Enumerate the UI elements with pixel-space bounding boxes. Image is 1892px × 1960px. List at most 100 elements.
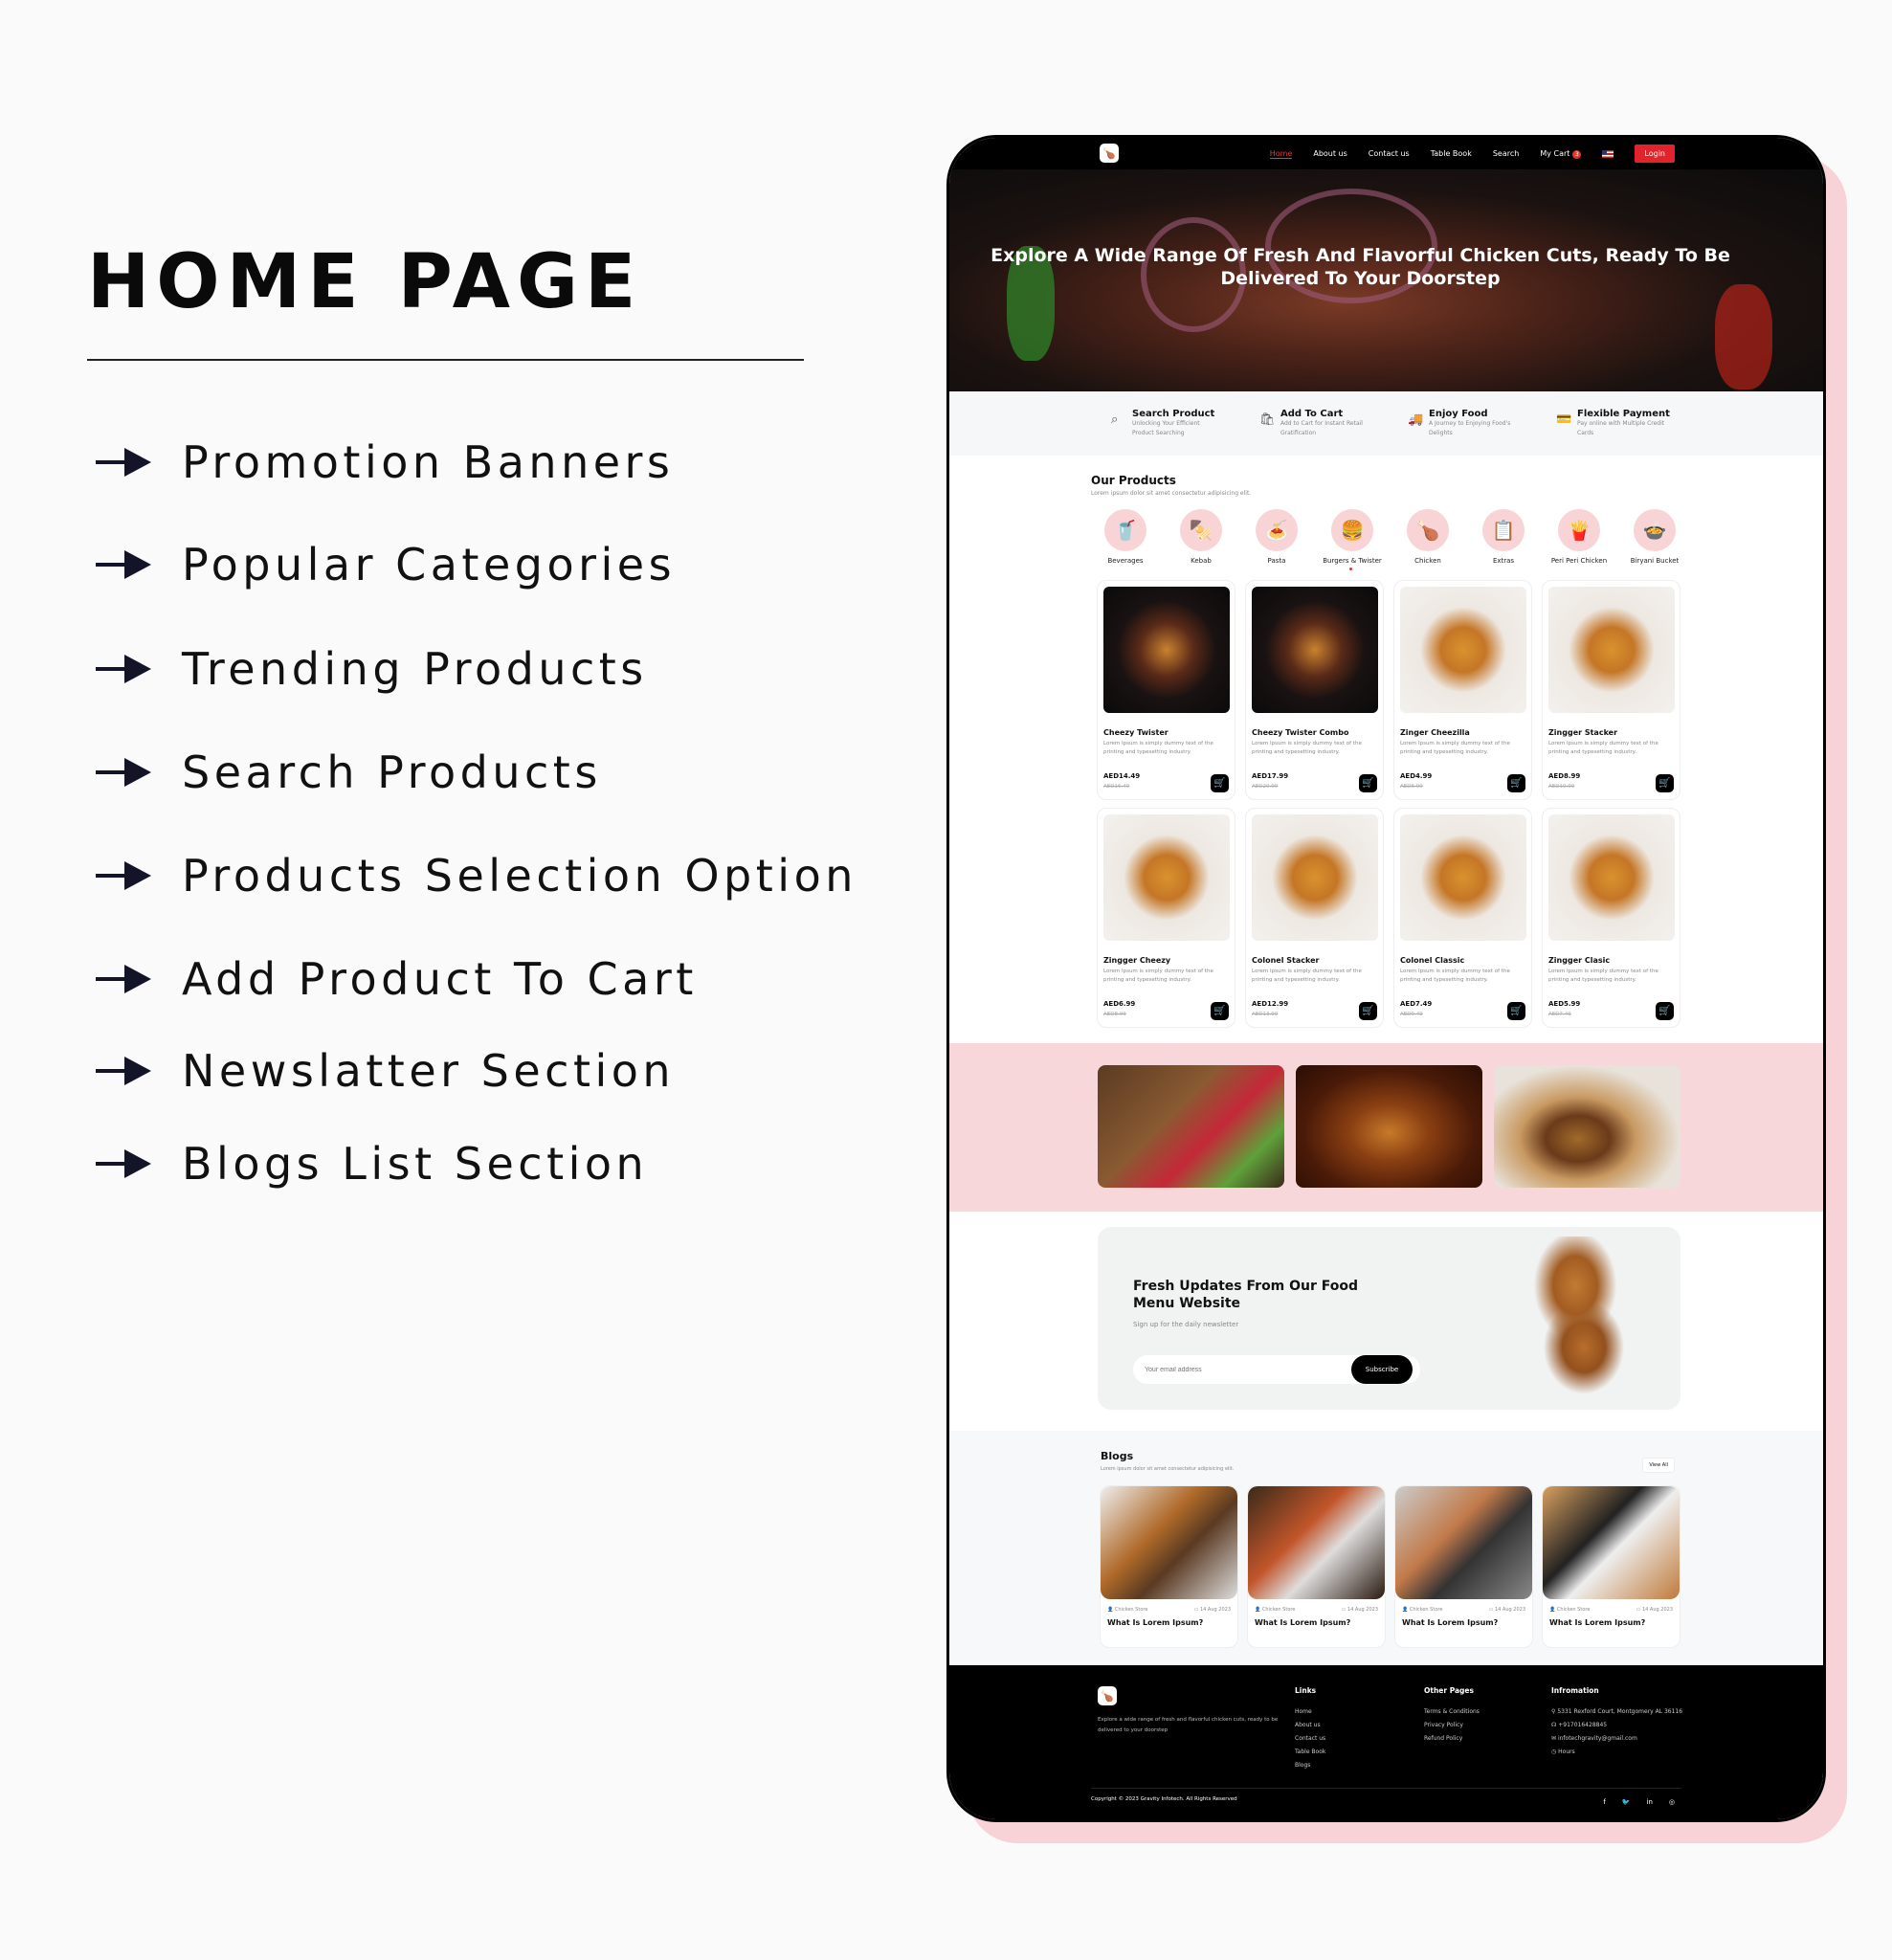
add-to-cart-button[interactable]: 🛒 (1359, 1002, 1377, 1020)
add-to-cart-button[interactable]: 🛒 (1211, 1002, 1229, 1020)
add-to-cart-button[interactable]: 🛒 (1656, 1002, 1674, 1020)
arrow-right-icon (96, 1149, 151, 1178)
footer-link[interactable]: Blogs (1295, 1759, 1325, 1772)
product-name: Cheezy Twister Combo (1252, 728, 1349, 737)
feature-label: Popular Categories (182, 539, 677, 590)
newsletter-title: Fresh Updates From Our Food Menu Website (1133, 1279, 1359, 1311)
delivery-truck-icon: 🚚 (1408, 412, 1424, 427)
footer-link[interactable]: About us (1295, 1719, 1325, 1732)
nav-links: Home About us Contact us Table Book Search My… (1269, 138, 1675, 169)
product-card[interactable]: Cheezy Twister Combo Lorem Ipsum is simpl… (1245, 580, 1384, 800)
product-image (1548, 587, 1675, 713)
facebook-icon[interactable]: f (1603, 1798, 1605, 1806)
view-all-button[interactable]: View All (1642, 1458, 1675, 1473)
highlights-bar: ⌕ Search Product Unlocking Your Efficient … (949, 391, 1823, 456)
blog-card[interactable]: 👤 Chicken Store ▭ 14 Aug 2023 What Is Lore… (1247, 1485, 1386, 1648)
footer-link[interactable]: Terms & Conditions (1424, 1705, 1480, 1719)
arrow-right-icon (96, 758, 151, 787)
product-desc: Lorem Ipsum is simply dummy text of the … (1103, 969, 1213, 983)
nav-my-cart[interactable]: My Cart 3 (1540, 149, 1582, 159)
product-name: Colonel Stacker (1252, 956, 1320, 965)
product-card[interactable]: Cheezy Twister Lorem Ipsum is simply dumm… (1097, 580, 1235, 800)
copyright: Copyright © 2023 Gravity Infotech. All R… (1091, 1796, 1237, 1802)
highlight-title: Add To Cart (1280, 409, 1344, 419)
product-name: Zinger Cheezilla (1400, 728, 1470, 737)
blog-title: What Is Lorem Ipsum? (1402, 1618, 1499, 1627)
category-item[interactable]: 🍔 Burgers & Twister (1319, 509, 1386, 565)
feature-label: Newslatter Section (182, 1045, 676, 1097)
feature-item: Blogs List Section (96, 1138, 648, 1190)
add-to-cart-button[interactable]: 🛒 (1211, 774, 1229, 792)
category-item[interactable]: 📋 Extras (1470, 509, 1537, 565)
category-item[interactable]: 🍗 Chicken (1394, 509, 1461, 565)
highlight-title: Enjoy Food (1429, 409, 1488, 419)
arrow-right-icon (96, 1057, 151, 1085)
category-label: Chicken (1414, 557, 1441, 565)
footer-logo[interactable]: 🍗 (1098, 1686, 1117, 1705)
phone[interactable]: +917016428845 (1558, 1722, 1607, 1728)
product-card[interactable]: Zinger Cheezilla Lorem Ipsum is simply du… (1393, 580, 1532, 800)
product-card[interactable]: Zingger Stacker Lorem Ipsum is simply dum… (1542, 580, 1681, 800)
product-card[interactable]: Zingger Cheezy Lorem Ipsum is simply dumm… (1097, 808, 1235, 1028)
product-image (1400, 587, 1526, 713)
footer-link[interactable]: Table Book (1295, 1746, 1325, 1759)
category-icon: 🍝 (1256, 509, 1298, 551)
linkedin-icon[interactable]: in (1647, 1798, 1653, 1806)
newsletter-section: Fresh Updates From Our Food Menu Website… (1098, 1227, 1681, 1410)
promo-banner-roast-chicken[interactable] (1296, 1065, 1482, 1188)
nav-search[interactable]: Search (1493, 149, 1519, 158)
product-name: Cheezy Twister (1103, 728, 1169, 737)
product-card[interactable]: Zingger Clasic Lorem Ipsum is simply dumm… (1542, 808, 1681, 1028)
promotion-banners (949, 1043, 1823, 1212)
twitter-icon[interactable]: 🐦 (1622, 1798, 1631, 1806)
product-price: AED14.49 (1103, 772, 1141, 780)
product-price: AED5.99 (1548, 1000, 1581, 1008)
us-flag-icon[interactable] (1602, 149, 1614, 158)
promo-banner-drinks[interactable] (1098, 1065, 1284, 1188)
product-desc: Lorem Ipsum is simply dummy text of the … (1252, 969, 1362, 983)
mail-icon: ✉ (1551, 1735, 1558, 1742)
add-to-cart-button[interactable]: 🛒 (1507, 1002, 1525, 1020)
login-button[interactable]: Login (1635, 145, 1675, 163)
other-pages-title: Other Pages (1424, 1686, 1474, 1695)
category-item[interactable]: 🥤 Beverages (1092, 509, 1159, 565)
product-card[interactable]: Colonel Stacker Lorem Ipsum is simply dum… (1245, 808, 1384, 1028)
category-item[interactable]: 🍟 Peri Peri Chicken (1546, 509, 1613, 565)
nav-about-us[interactable]: About us (1313, 149, 1347, 158)
logo[interactable]: 🍗 (1100, 144, 1119, 163)
blog-card[interactable]: 👤 Chicken Store ▭ 14 Aug 2023 What Is Lore… (1542, 1485, 1681, 1648)
carousel-dot[interactable] (1349, 568, 1352, 570)
subscribe-button[interactable]: Subscribe (1351, 1355, 1413, 1384)
category-icon: 📋 (1482, 509, 1525, 551)
instagram-icon[interactable]: ◎ (1669, 1798, 1675, 1806)
blogs-section: Blogs Lorem ipsum dolor sit amet consect… (949, 1431, 1823, 1665)
product-old-price: AED8.99 (1103, 1012, 1126, 1017)
footer-link[interactable]: Refund Policy (1424, 1732, 1480, 1746)
nav-home[interactable]: Home (1269, 149, 1293, 159)
category-item[interactable]: 🍝 Pasta (1243, 509, 1310, 565)
footer-link[interactable]: Contact us (1295, 1732, 1325, 1746)
feature-item: Add Product To Cart (96, 953, 698, 1005)
category-item[interactable]: 🍢 Kebab (1168, 509, 1235, 565)
add-to-cart-button[interactable]: 🛒 (1359, 774, 1377, 792)
highlight-title: Search Product (1132, 409, 1215, 419)
email[interactable]: infotechgravity@gmail.com (1558, 1735, 1637, 1742)
footer-link[interactable]: Home (1295, 1705, 1325, 1719)
add-to-cart-button[interactable]: 🛒 (1656, 774, 1674, 792)
product-image (1400, 814, 1526, 941)
footer-link[interactable]: Privacy Policy (1424, 1719, 1480, 1732)
blog-author: 👤 Chicken Store (1549, 1607, 1591, 1613)
promo-banner-burgers[interactable] (1494, 1065, 1681, 1188)
hours: Hours (1558, 1748, 1575, 1755)
product-price: AED7.49 (1400, 1000, 1433, 1008)
product-old-price: AED13.99 (1252, 1012, 1279, 1017)
product-desc: Lorem Ipsum is simply dummy text of the … (1400, 969, 1510, 983)
nav-table-book[interactable]: Table Book (1431, 149, 1472, 158)
blog-card[interactable]: 👤 Chicken Store ▭ 14 Aug 2023 What Is Lore… (1394, 1485, 1533, 1648)
blog-card[interactable]: 👤 Chicken Store ▭ 14 Aug 2023 What Is Lore… (1100, 1485, 1238, 1648)
category-item[interactable]: 🍲 Biryani Bucket (1621, 509, 1688, 565)
arrow-right-icon (96, 861, 151, 890)
product-card[interactable]: Colonel Classic Lorem Ipsum is simply dum… (1393, 808, 1532, 1028)
nav-contact-us[interactable]: Contact us (1369, 149, 1410, 158)
add-to-cart-button[interactable]: 🛒 (1507, 774, 1525, 792)
